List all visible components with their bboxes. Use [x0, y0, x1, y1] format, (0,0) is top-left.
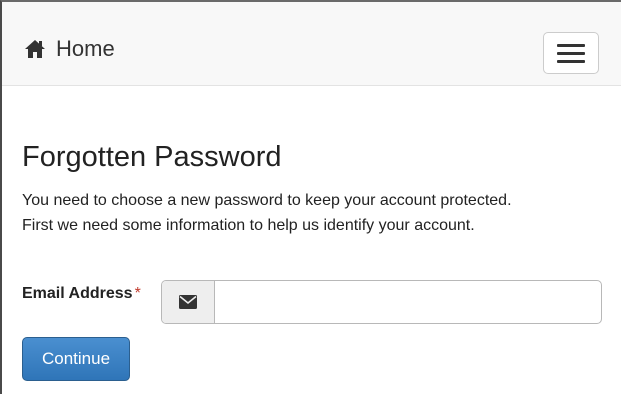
hamburger-menu-icon-bar	[557, 52, 585, 55]
email-input[interactable]	[215, 281, 601, 323]
hamburger-menu-button[interactable]	[543, 32, 599, 74]
hamburger-menu-icon-bar	[557, 60, 585, 63]
description-line-1: You need to choose a new password to kee…	[22, 192, 512, 209]
required-marker: *	[134, 285, 141, 302]
envelope-icon	[179, 295, 197, 309]
email-label-text: Email Address	[22, 285, 133, 302]
hamburger-menu-icon	[557, 44, 585, 47]
home-link-label: Home	[56, 36, 115, 61]
home-link[interactable]: Home	[24, 35, 115, 63]
email-addon	[162, 281, 215, 323]
continue-button[interactable]: Continue	[22, 337, 130, 381]
page-description: You need to choose a new password to kee…	[22, 188, 512, 238]
navbar: Home	[2, 2, 621, 86]
home-icon	[25, 40, 45, 58]
page-title: Forgotten Password	[22, 141, 282, 173]
email-label: Email Address *	[22, 284, 141, 304]
email-input-group	[161, 280, 602, 324]
description-line-2: First we need some information to help u…	[22, 217, 475, 234]
page: Home Forgotten Password You need to choo…	[0, 0, 621, 394]
